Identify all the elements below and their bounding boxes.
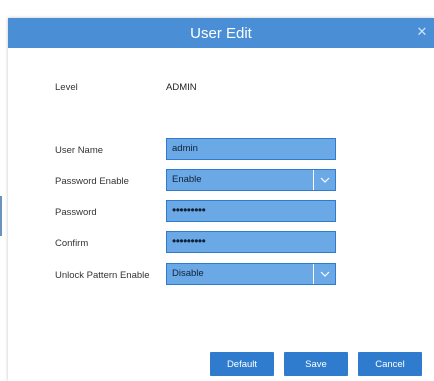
default-button[interactable]: Default xyxy=(210,352,274,376)
password-value: ••••••••• xyxy=(172,203,206,217)
chevron-down-icon[interactable] xyxy=(313,264,335,284)
password-label: Password xyxy=(55,207,97,218)
chevron-down-icon[interactable] xyxy=(313,170,335,190)
save-button[interactable]: Save xyxy=(284,352,348,376)
user-name-label: User Name xyxy=(55,145,104,156)
unlock-pattern-enable-value: Disable xyxy=(172,268,204,279)
level-value: ADMIN xyxy=(166,82,197,93)
unlock-pattern-enable-label: Unlock Pattern Enable xyxy=(55,270,150,281)
confirm-input[interactable]: ••••••••• xyxy=(166,231,336,253)
confirm-value: ••••••••• xyxy=(172,234,206,248)
user-name-value: admin xyxy=(172,143,198,154)
password-enable-label: Password Enable xyxy=(55,176,129,187)
password-input[interactable]: ••••••••• xyxy=(166,200,336,222)
dialog-title: User Edit xyxy=(190,24,252,42)
background-window xyxy=(0,0,434,20)
close-icon[interactable]: ✕ xyxy=(414,24,430,40)
cancel-button[interactable]: Cancel xyxy=(358,352,422,376)
unlock-pattern-enable-select[interactable]: Disable xyxy=(166,263,336,285)
user-edit-dialog: User Edit ✕ Level ADMIN User Name admin … xyxy=(8,18,434,381)
confirm-label: Confirm xyxy=(55,238,89,249)
level-label: Level xyxy=(55,82,78,93)
background-edge xyxy=(0,196,2,236)
password-enable-value: Enable xyxy=(172,174,202,185)
user-name-input[interactable]: admin xyxy=(166,138,336,160)
dialog-titlebar: User Edit ✕ xyxy=(8,18,434,48)
password-enable-select[interactable]: Enable xyxy=(166,169,336,191)
